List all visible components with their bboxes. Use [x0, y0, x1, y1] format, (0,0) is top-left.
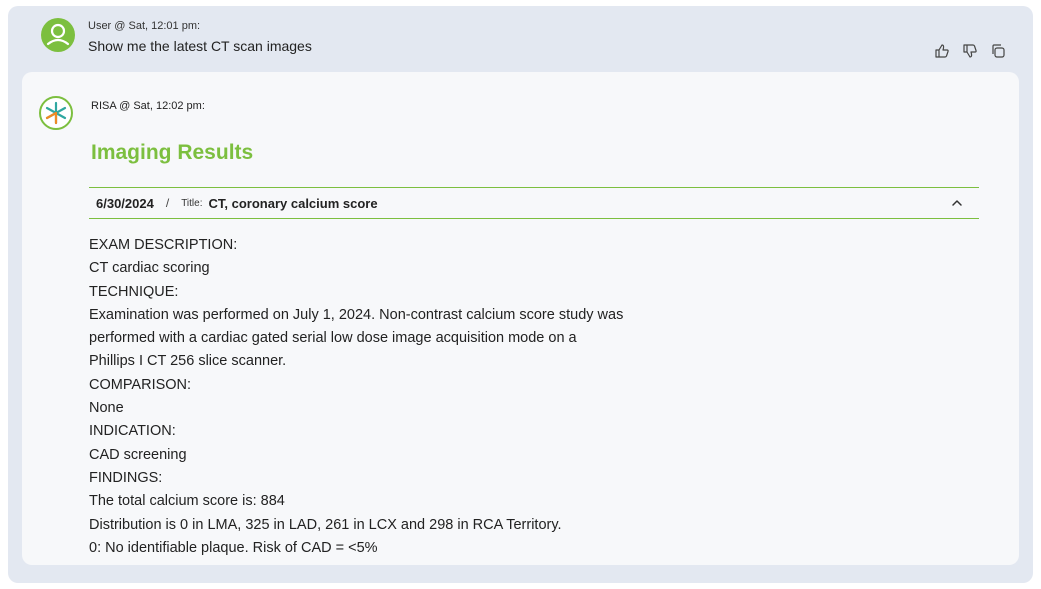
report-line: CT cardiac scoring [89, 260, 210, 277]
report-line: 0: No identifiable plaque. Risk of CAD =… [89, 539, 378, 556]
message-actions [933, 42, 1007, 60]
user-avatar-icon [41, 18, 75, 52]
report-line: Phillips I CT 256 slice scanner. [89, 353, 287, 370]
thumbs-down-icon[interactable] [961, 42, 979, 60]
imaging-results-title: Imaging Results [91, 141, 254, 164]
user-message-meta: User @ Sat, 12:01 pm: [88, 20, 201, 32]
report-line: performed with a cardiac gated serial lo… [89, 330, 577, 347]
assistant-message-meta: RISA @ Sat, 12:02 pm: [91, 100, 205, 112]
report-body: EXAM DESCRIPTION: CT cardiac scoring TECHN… [89, 234, 789, 560]
report-line: The total calcium score is: 884 [89, 493, 285, 510]
user-message: User @ Sat, 12:01 pm: Show me the latest… [8, 6, 1033, 72]
imaging-result-header[interactable]: 6/30/2024 / Title: CT, coronary calcium … [89, 187, 979, 219]
report-line: Distribution is 0 in LMA, 325 in LAD, 26… [89, 516, 562, 533]
report-line: CAD screening [89, 446, 187, 463]
chevron-up-icon[interactable] [949, 195, 965, 211]
report-line: COMPARISON: [89, 376, 192, 393]
result-title: CT, coronary calcium score [208, 195, 378, 211]
copy-icon[interactable] [989, 42, 1007, 60]
assistant-message-card: RISA @ Sat, 12:02 pm: Imaging Results 6/… [22, 72, 1019, 565]
report-line: INDICATION: [89, 423, 176, 440]
chat-container: User @ Sat, 12:01 pm: Show me the latest… [8, 6, 1033, 583]
result-title-label: Title: [181, 197, 203, 209]
result-date: 6/30/2024 [96, 195, 154, 211]
report-line: Examination was performed on July 1, 202… [89, 306, 624, 323]
report-line: EXAM DESCRIPTION: [89, 237, 238, 253]
report-line: FINDINGS: [89, 469, 163, 486]
report-line: TECHNIQUE: [89, 283, 179, 300]
thumbs-up-icon[interactable] [933, 42, 951, 60]
user-message-text: Show me the latest CT scan images [88, 38, 312, 54]
report-line: None [89, 400, 124, 417]
result-separator: / [165, 196, 170, 210]
risa-logo-icon [39, 96, 73, 130]
